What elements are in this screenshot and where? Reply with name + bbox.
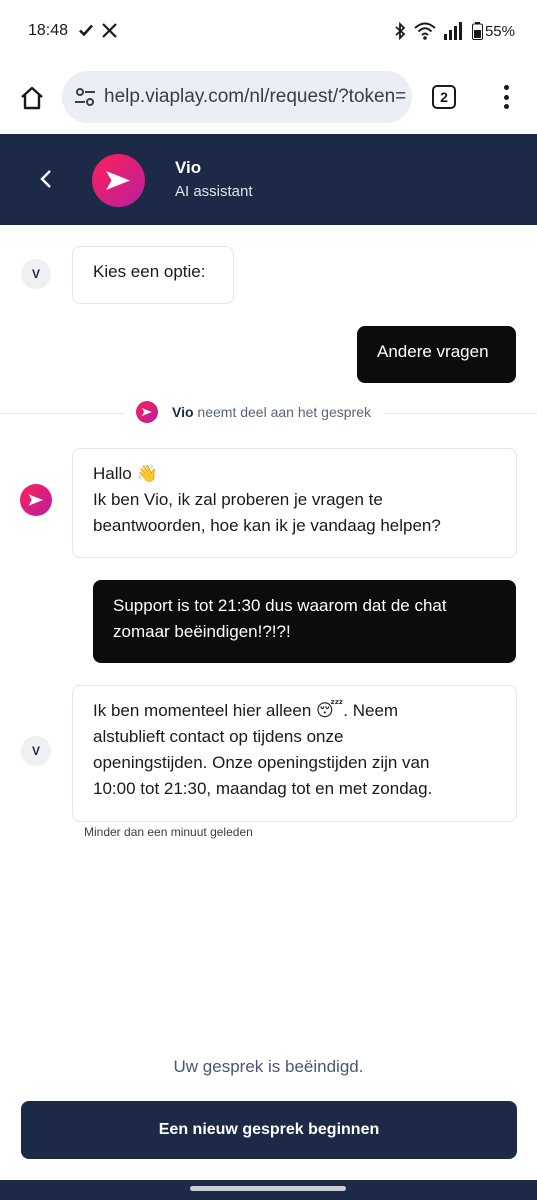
battery-percentage: 55% <box>484 22 515 40</box>
bot-message-bubble: Ik ben momenteel hier alleen 😴. Neem als… <box>72 685 517 822</box>
overflow-menu-button[interactable] <box>494 82 518 112</box>
user-message-bubble: Support is tot 21:30 dus waarom dat de c… <box>93 580 516 663</box>
gesture-handle[interactable] <box>190 1186 346 1191</box>
bot-message-line: 10:00 tot 21:30, maandag tot en met zond… <box>93 779 433 798</box>
vio-logo-icon <box>92 154 145 207</box>
site-settings-icon[interactable] <box>74 86 96 108</box>
bot-message-text: Kies een optie: <box>93 262 206 281</box>
user-message-text: Andere vragen <box>377 342 489 361</box>
back-button[interactable] <box>34 164 58 194</box>
user-message-bubble: Andere vragen <box>357 326 516 383</box>
tab-switcher-button[interactable]: 2 <box>432 85 456 109</box>
user-message-line: Support is tot 21:30 dus waarom dat de c… <box>113 596 447 615</box>
menu-dot-icon <box>503 104 509 109</box>
bot-message-line: Hallo 👋 <box>93 464 158 483</box>
new-conversation-button[interactable]: Een nieuw gesprek beginnen <box>21 1101 517 1159</box>
vio-avatar-icon <box>20 484 52 516</box>
bot-message-line: beantwoorden, hoe kan ik je vandaag help… <box>93 516 441 535</box>
bot-avatar: V <box>21 259 51 289</box>
join-notice-name: Vio <box>172 404 194 420</box>
menu-dot-icon <box>503 85 509 90</box>
bot-message-line: openingstijden. Onze openingstijden zijn… <box>93 753 430 772</box>
bluetooth-icon <box>395 22 406 40</box>
conversation-ended-text: Uw gesprek is beëindigd. <box>173 1057 364 1076</box>
navigation-bar <box>0 1180 537 1200</box>
address-bar[interactable]: help.viaplay.com/nl/request/?token= <box>62 71 412 123</box>
bot-message-line: Ik ben momenteel hier alleen 😴. Neem <box>93 701 399 720</box>
home-button[interactable] <box>16 82 48 114</box>
user-message-line: zomaar beëindigen!?!?! <box>113 622 291 641</box>
status-notification-icons <box>78 22 117 38</box>
check-icon <box>79 24 93 37</box>
signal-icon <box>443 22 462 40</box>
vio-logo-icon <box>136 401 158 423</box>
menu-dot-icon <box>503 94 509 100</box>
x-logo-icon <box>102 22 117 38</box>
bot-message-line: Ik ben Vio, ik zal proberen je vragen te <box>93 490 383 509</box>
battery-icon <box>471 22 483 40</box>
wifi-icon <box>414 22 436 40</box>
chat-transcript: V Kies een optie: Andere vragen Vio neem… <box>0 225 537 1180</box>
status-time: 18:48 <box>28 22 69 39</box>
assistant-subtitle: AI assistant <box>175 183 253 200</box>
bot-message-line: alstublieft contact op tijdens onze <box>93 727 344 746</box>
chat-header: Vio AI assistant <box>0 134 537 225</box>
bot-message-bubble: Kies een optie: <box>72 246 234 304</box>
status-system-icons: 55% <box>394 22 515 40</box>
url-text: help.viaplay.com/nl/request/?token= <box>104 86 407 107</box>
bot-avatar: V <box>21 736 51 766</box>
bot-message-bubble: Hallo 👋 Ik ben Vio, ik zal proberen je v… <box>72 448 517 558</box>
join-notice-text: Vio neemt deel aan het gesprek <box>172 404 371 420</box>
message-timestamp: Minder dan een minuut geleden <box>84 825 253 839</box>
status-bar: 18:48 55% <box>0 0 537 64</box>
assistant-name: Vio <box>175 158 202 177</box>
home-icon <box>21 86 43 110</box>
join-notice: Vio neemt deel aan het gesprek <box>124 401 383 423</box>
browser-toolbar: help.viaplay.com/nl/request/?token= 2 <box>0 64 537 134</box>
chevron-left-icon <box>40 170 51 188</box>
